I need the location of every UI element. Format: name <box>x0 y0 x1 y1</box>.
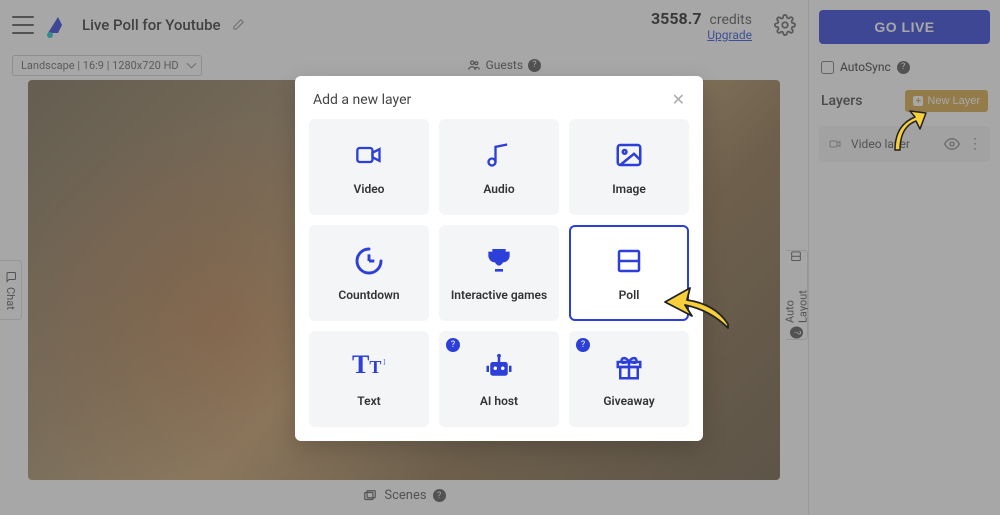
card-poll[interactable]: Poll <box>569 225 689 321</box>
close-icon[interactable]: ✕ <box>672 90 685 109</box>
card-ai-host[interactable]: ? AI host <box>439 331 559 427</box>
image-icon <box>612 138 646 172</box>
card-text[interactable]: TT Text <box>309 331 429 427</box>
text-icon: TT <box>352 350 386 384</box>
countdown-icon <box>352 244 386 278</box>
add-layer-modal: Add a new layer ✕ Video Audio Image Coun… <box>295 76 703 441</box>
poll-icon <box>612 244 646 278</box>
help-badge-icon: ? <box>576 338 590 352</box>
card-giveaway[interactable]: ? Giveaway <box>569 331 689 427</box>
audio-icon <box>482 138 516 172</box>
robot-icon <box>482 350 516 384</box>
card-image[interactable]: Image <box>569 119 689 215</box>
modal-title: Add a new layer <box>313 92 411 108</box>
video-icon <box>352 138 386 172</box>
card-video[interactable]: Video <box>309 119 429 215</box>
help-badge-icon: ? <box>446 338 460 352</box>
gift-icon <box>612 350 646 384</box>
card-interactive-games[interactable]: Interactive games <box>439 225 559 321</box>
card-countdown[interactable]: Countdown <box>309 225 429 321</box>
trophy-icon <box>482 244 516 278</box>
card-audio[interactable]: Audio <box>439 119 559 215</box>
